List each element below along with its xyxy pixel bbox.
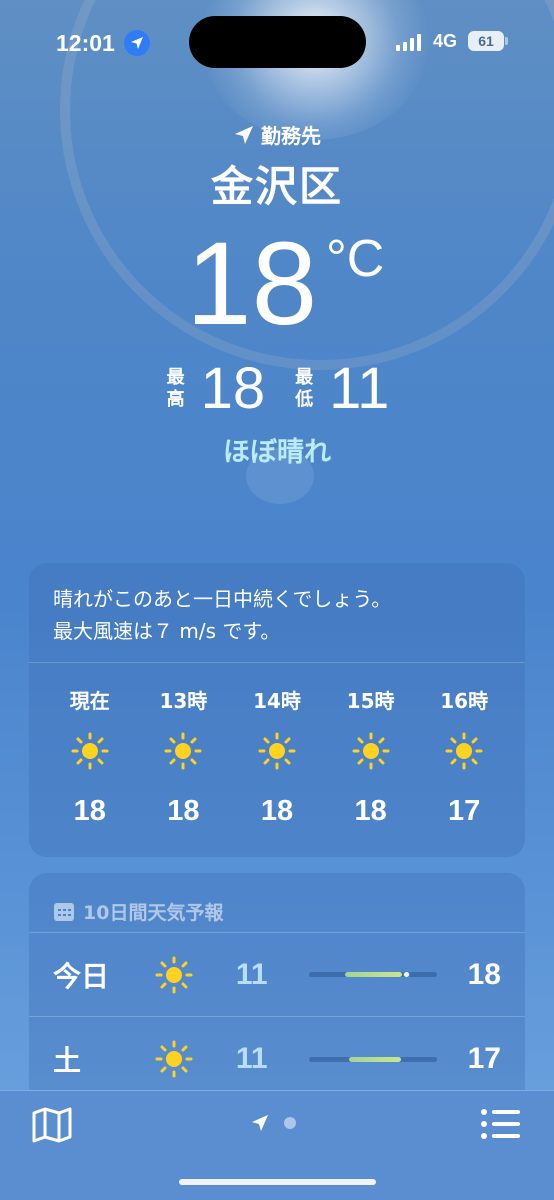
dynamic-island [189, 16, 366, 68]
ten-day-forecast-card[interactable]: 10日間天気予報 今日 11 18 土 11 17 [29, 873, 525, 1113]
day-low-temp: 11 [235, 957, 268, 991]
battery-icon: 61 [468, 31, 504, 51]
high-temp: 18 [200, 356, 266, 421]
hourly-list[interactable]: 現在 18 13時 18 14時 18 15時 18 16時 17 [29, 663, 525, 828]
location-active-icon [124, 30, 150, 56]
list-icon[interactable] [480, 1107, 522, 1145]
day-name: 今日 [53, 959, 110, 993]
ten-day-title: 10日間天気予報 [29, 873, 525, 933]
hour-item: 16時 17 [417, 663, 511, 828]
forecast-summary: 晴れがこのあと一日中続くでしょう。 最大風速は７ m/s です。 [29, 563, 525, 663]
battery-cap [505, 37, 508, 45]
network-type: 4G [433, 31, 458, 51]
current-temp-marker [403, 971, 411, 978]
condition-text: ほぼ晴れ [223, 437, 331, 468]
status-time: 12:01 [56, 30, 115, 56]
day-high-temp: 18 [467, 957, 501, 991]
hour-item: 現在 18 [43, 663, 137, 828]
sun-icon [43, 731, 137, 771]
status-bar: 12:01 4G 61 [0, 0, 554, 86]
signal-icon [396, 34, 421, 51]
hour-temp: 18 [73, 795, 106, 827]
temp-range-bar [309, 971, 437, 978]
hour-temp: 17 [448, 795, 481, 827]
hour-label: 14時 [253, 689, 301, 713]
temp-range-fill [348, 1056, 402, 1062]
battery-level: 61 [478, 33, 494, 49]
temp-range-bar [309, 1056, 437, 1062]
low-temp: 11 [329, 356, 390, 421]
sun-icon [230, 731, 324, 771]
calendar-icon [54, 902, 74, 921]
summary-line-1: 晴れがこのあと一日中続くでしょう。 [53, 587, 392, 611]
sun-icon [137, 731, 231, 771]
hour-item: 13時 18 [137, 663, 231, 828]
temp-range-fill [344, 972, 403, 977]
location-arrow-icon [235, 125, 253, 144]
current-temp-block: 18 °C [186, 218, 384, 350]
page-indicator[interactable] [250, 1113, 296, 1133]
ten-day-title-text: 10日間天気予報 [83, 902, 224, 924]
sun-icon [417, 731, 511, 771]
home-indicator[interactable] [179, 1179, 376, 1185]
hour-temp: 18 [354, 795, 387, 827]
location-label-text: 勤務先 [261, 124, 321, 148]
sun-icon [154, 1039, 236, 1079]
forecast-day-row[interactable]: 今日 11 18 [29, 933, 525, 1017]
high-low-row: 最高 18 最低 11 [0, 360, 554, 418]
hour-label: 15時 [346, 689, 395, 713]
sun-icon [324, 731, 418, 771]
day-high-temp: 17 [467, 1042, 501, 1075]
summary-line-2: 最大風速は７ m/s です。 [53, 619, 281, 643]
hour-item: 15時 18 [324, 663, 418, 828]
sun-icon [154, 955, 236, 995]
hour-label: 現在 [69, 689, 110, 713]
current-temp: 18 [186, 218, 318, 350]
hour-temp: 18 [167, 795, 200, 827]
map-icon[interactable] [32, 1107, 72, 1147]
location-arrow-icon[interactable] [250, 1113, 270, 1133]
location-label: 勤務先 [0, 120, 554, 149]
low-label: 最低 [295, 367, 314, 410]
forecast-day-row[interactable]: 土 11 17 [29, 1017, 525, 1101]
page-dot[interactable] [284, 1117, 296, 1129]
hourly-forecast-card[interactable]: 晴れがこのあと一日中続くでしょう。 最大風速は７ m/s です。 現在 18 1… [29, 563, 525, 857]
hour-label: 16時 [440, 689, 489, 713]
temp-unit: °C [326, 230, 385, 288]
city-name: 金沢区 [210, 162, 343, 211]
hour-label: 13時 [159, 689, 208, 713]
day-name: 土 [53, 1044, 82, 1077]
bottom-toolbar [0, 1090, 554, 1200]
high-label: 最高 [166, 367, 185, 410]
location-header: 勤務先 金沢区 [0, 120, 554, 214]
hour-item: 14時 18 [230, 663, 324, 828]
hour-temp: 18 [260, 795, 294, 827]
day-low-temp: 11 [235, 1042, 268, 1075]
